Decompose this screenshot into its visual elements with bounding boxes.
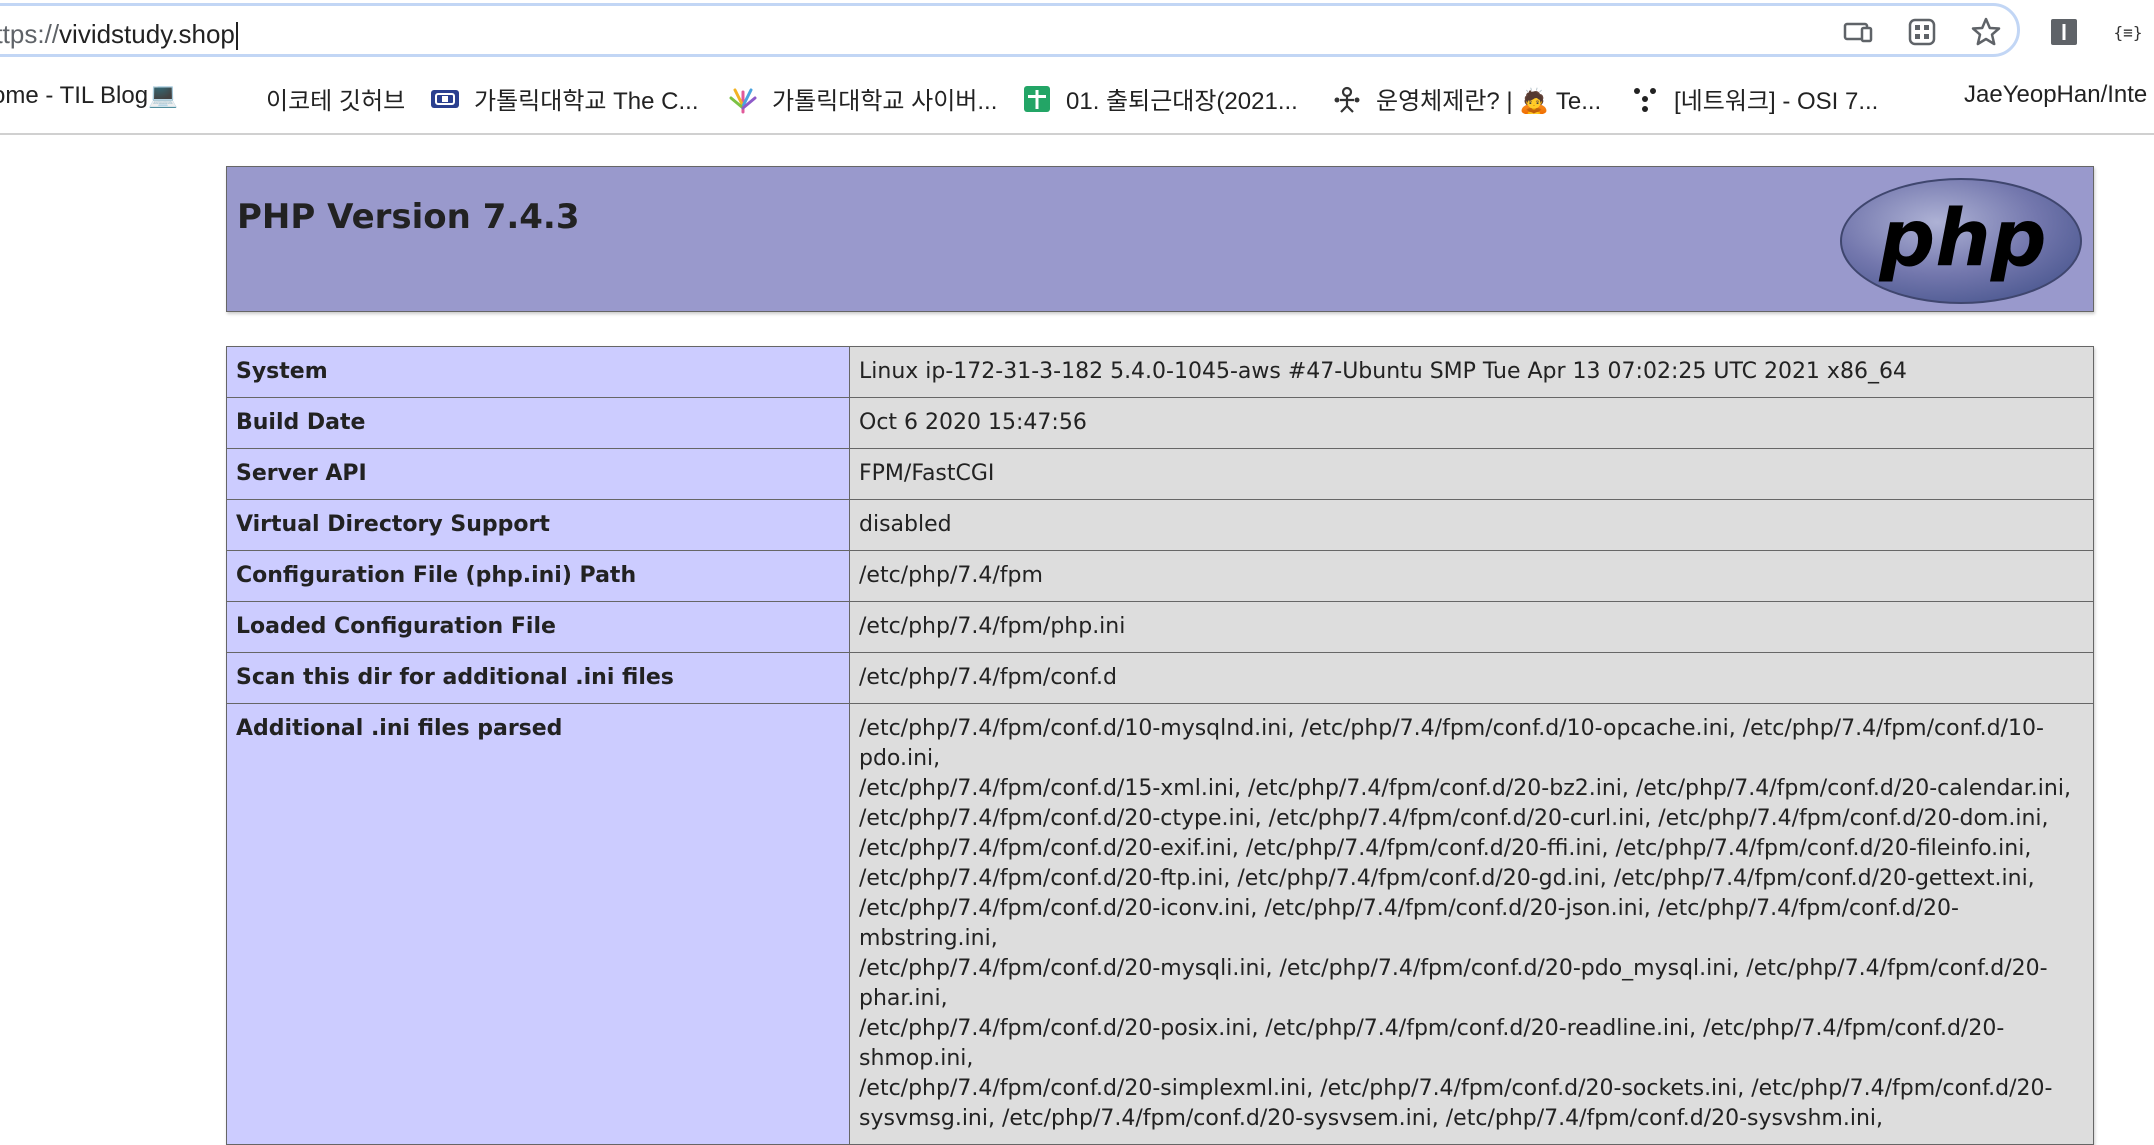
catholic-univ-icon xyxy=(431,89,459,108)
google-sheets-icon xyxy=(1024,85,1050,112)
url-text[interactable]: https://vividstudy.shop xyxy=(0,19,238,51)
row-key: System xyxy=(226,346,850,398)
bookmark-os-post[interactable]: 운영체제란? | 🙇 Te... xyxy=(1332,81,1601,116)
ini-file-line: /etc/php/7.4/fpm/conf.d/20-ctype.ini, /e… xyxy=(859,806,2049,831)
dots-icon xyxy=(1634,87,1656,112)
address-bar[interactable]: https://vividstudy.shop xyxy=(0,3,2020,57)
ini-file-line: /etc/php/7.4/fpm/conf.d/20-simplexml.ini… xyxy=(859,1076,2053,1101)
table-row: Configuration File (php.ini) Path /etc/p… xyxy=(226,550,2094,602)
text-caret xyxy=(235,22,238,51)
url-host: vividstudy.shop xyxy=(59,19,235,49)
bookmark-label: 01. 출퇴근대장(2021... xyxy=(1066,88,1298,115)
bookmark-til-blog[interactable]: ome - TIL Blog💻 xyxy=(0,81,178,110)
row-value: /etc/php/7.4/fpm/php.ini xyxy=(849,601,2094,653)
bookmark-attendance-sheet[interactable]: 01. 출퇴근대장(2021... xyxy=(1022,81,1298,116)
install-app-icon[interactable] xyxy=(1842,16,1874,48)
json-viewer-icon[interactable]: {≡} xyxy=(2112,16,2144,48)
bookmarks-bar: ome - TIL Blog💻 이코테 깃허브 가톨릭대학교 The C... … xyxy=(0,63,2154,135)
ini-file-line: /etc/php/7.4/fpm/conf.d/15-xml.ini, /etc… xyxy=(859,776,2071,801)
table-row: Loaded Configuration File /etc/php/7.4/f… xyxy=(226,601,2094,653)
table-row: Server API FPM/FastCGI xyxy=(226,448,2094,500)
bookmark-label: 이코테 깃허브 xyxy=(266,88,406,115)
table-row: System Linux ip-172-31-3-182 5.4.0-1045-… xyxy=(226,346,2094,398)
bookmark-network-osi[interactable]: [네트워크] - OSI 7... xyxy=(1630,81,1878,116)
bookmark-label: [네트워크] - OSI 7... xyxy=(1674,88,1879,115)
bookmark-label: 운영체제란? | 🙇 Te... xyxy=(1376,88,1602,115)
php-logo-text: php xyxy=(1878,194,2046,284)
bookmark-jaeyeophan-interview[interactable]: JaeYeopHan/Inte xyxy=(1964,81,2147,109)
bookmark-label: ome - TIL Blog💻 xyxy=(0,82,178,109)
ini-file-line: /etc/php/7.4/fpm/conf.d/20-ftp.ini, /etc… xyxy=(859,866,2035,891)
row-value: /etc/php/7.4/fpm/conf.d xyxy=(849,652,2094,704)
table-row: Build Date Oct 6 2020 15:47:56 xyxy=(226,397,2094,449)
row-key: Scan this dir for additional .ini files xyxy=(226,652,850,704)
ini-file-line: /etc/php/7.4/fpm/conf.d/10-mysqlnd.ini, … xyxy=(859,716,2044,771)
row-value: FPM/FastCGI xyxy=(849,448,2094,500)
row-value: Oct 6 2020 15:47:56 xyxy=(849,397,2094,449)
table-row: Virtual Directory Support disabled xyxy=(226,499,2094,551)
bookmark-label: 가톨릭대학교 The C... xyxy=(474,88,699,115)
row-key: Loaded Configuration File xyxy=(226,601,850,653)
bookmark-catholic-univ[interactable]: 가톨릭대학교 The C... xyxy=(430,81,699,116)
row-value: /etc/php/7.4/fpm xyxy=(849,550,2094,602)
table-row-additional-ini: Additional .ini files parsed /etc/php/7.… xyxy=(226,703,2094,1145)
php-logo-icon[interactable]: php xyxy=(1839,177,2083,305)
ini-file-line: /etc/php/7.4/fpm/conf.d/20-posix.ini, /e… xyxy=(859,1016,2005,1071)
bookmark-label: 가톨릭대학교 사이버... xyxy=(772,88,998,115)
browser-toolbar: https://vividstudy.shop {≡} xyxy=(0,0,2154,63)
row-key: Configuration File (php.ini) Path xyxy=(226,550,850,602)
row-key: Additional .ini files parsed xyxy=(226,703,850,1145)
php-version-header: PHP Version 7.4.3 php xyxy=(226,166,2094,312)
bookmark-ecote-github[interactable]: 이코테 깃허브 xyxy=(266,81,405,116)
bookmark-catholic-cyber[interactable]: 가톨릭대학교 사이버... xyxy=(728,81,997,116)
ini-file-line: /etc/php/7.4/fpm/conf.d/20-iconv.ini, /e… xyxy=(859,896,1959,951)
person-icon xyxy=(1334,86,1360,113)
ini-file-line: sysvmsg.ini, /etc/php/7.4/fpm/conf.d/20-… xyxy=(859,1106,1883,1131)
svg-text:{≡}: {≡} xyxy=(2114,23,2143,42)
bookmark-star-icon[interactable] xyxy=(1970,16,2002,48)
row-value: Linux ip-172-31-3-182 5.4.0-1045-aws #47… xyxy=(849,346,2094,398)
colorful-hand-icon xyxy=(729,88,757,113)
php-info-table: System Linux ip-172-31-3-182 5.4.0-1045-… xyxy=(226,346,2094,1145)
ini-file-line: /etc/php/7.4/fpm/conf.d/20-exif.ini, /et… xyxy=(859,836,2032,861)
row-key: Server API xyxy=(226,448,850,500)
url-scheme: https:// xyxy=(0,19,60,49)
bookmark-label: JaeYeopHan/Inte xyxy=(1964,81,2148,108)
table-row: Scan this dir for additional .ini files … xyxy=(226,652,2094,704)
row-value: disabled xyxy=(849,499,2094,551)
extension-icon[interactable] xyxy=(2048,16,2080,48)
page-title: PHP Version 7.4.3 xyxy=(237,197,580,237)
row-key: Build Date xyxy=(226,397,850,449)
row-value-additional-ini: /etc/php/7.4/fpm/conf.d/10-mysqlnd.ini, … xyxy=(849,703,2094,1145)
ini-file-line: /etc/php/7.4/fpm/conf.d/20-mysqli.ini, /… xyxy=(859,956,2048,1011)
qr-code-icon[interactable] xyxy=(1906,16,1938,48)
row-key: Virtual Directory Support xyxy=(226,499,850,551)
